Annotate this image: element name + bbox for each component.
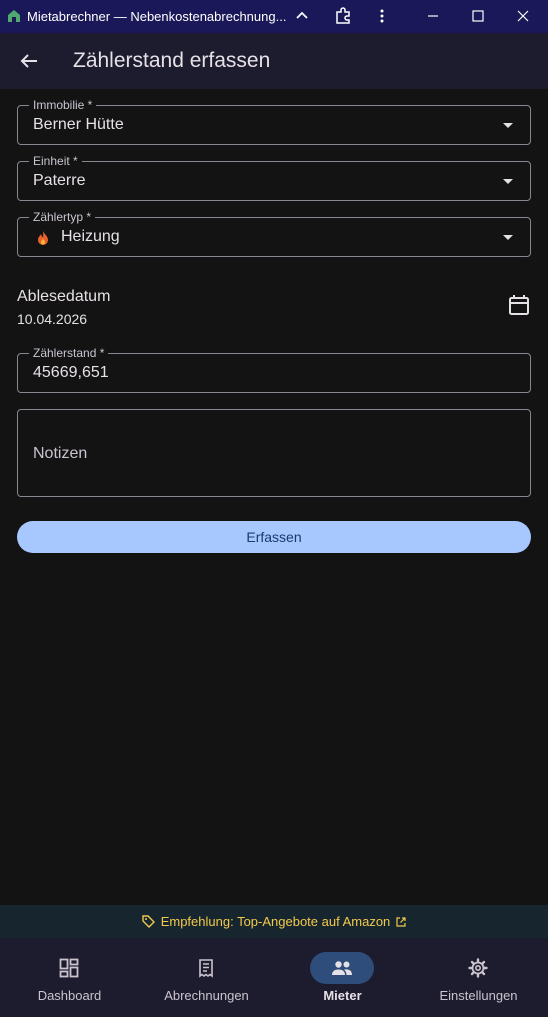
flame-icon [38,231,48,245]
calendar-icon [509,295,529,315]
date-picker-button[interactable] [505,291,533,319]
nav-label-dashboard: Dashboard [37,988,102,1003]
promo-text: Empfehlung: Top-Angebote auf Amazon [160,914,391,929]
property-value: Berner Hütte [33,116,124,133]
dropdown-arrow-icon [503,179,513,184]
nav-label-mieter: Mieter [323,988,362,1003]
minimize-button[interactable] [420,4,446,28]
meter-reading-value: 45669,651 [33,364,109,381]
app-bar: Zählerstand erfassen [0,33,548,89]
puzzle-icon [336,7,350,24]
bottom-navigation: Dashboard Abrechnungen Mieter Einstellun… [0,938,548,1017]
reading-date-value: 10.04.2026 [17,311,88,327]
window-title: Mietabrechner — Nebenkostenabrechnung... [27,9,287,24]
unit-value: Paterre [33,172,86,189]
meter-type-select[interactable]: Zählertyp * Heizung [17,210,531,257]
nav-item-dashboard[interactable]: Dashboard [1,938,138,1017]
window-titlebar: Mietabrechner — Nebenkostenabrechnung... [0,0,548,33]
people-icon [332,961,352,975]
arrow-back-icon [20,54,37,68]
submit-button[interactable]: Erfassen [17,521,531,553]
minimize-icon [428,15,438,17]
reading-date-label: Ablesedatum [17,288,111,305]
property-label: Immobilie * [29,98,97,112]
meter-reading-input[interactable]: Zählerstand * 45669,651 [17,346,531,393]
nav-item-mieter[interactable]: Mieter [274,938,411,1017]
nav-item-einstellungen[interactable]: Einstellungen [410,938,547,1017]
unit-select[interactable]: Einheit * Paterre [17,154,531,201]
property-select[interactable]: Immobilie * Berner Hütte [17,98,531,145]
chevron-up-icon [296,11,308,19]
external-link-icon [396,916,406,927]
extensions-button[interactable] [330,4,356,28]
meter-type-value: Heizung [61,228,120,245]
app-icon [8,10,20,22]
nav-label-einstellungen: Einstellungen [439,988,518,1003]
close-button[interactable] [510,4,536,28]
notes-input[interactable]: Notizen [17,409,531,497]
maximize-icon [472,10,484,22]
dropdown-arrow-icon [503,123,513,128]
dropdown-arrow-icon [503,235,513,240]
meter-reading-label: Zählerstand * [29,346,109,360]
nav-item-abrechnungen[interactable]: Abrechnungen [138,938,275,1017]
tag-icon [142,915,155,928]
receipt-icon [199,959,213,978]
more-vert-icon [380,9,384,23]
unit-label: Einheit * [29,154,82,168]
collapse-button[interactable] [289,4,315,28]
page-title: Zählerstand erfassen [73,49,271,72]
gear-icon [468,958,488,978]
promo-banner[interactable]: Empfehlung: Top-Angebote auf Amazon [0,905,548,938]
more-options-button[interactable] [369,4,395,28]
back-button[interactable] [13,45,45,77]
meter-type-label: Zählertyp * [29,210,96,224]
maximize-button[interactable] [465,4,491,28]
notes-placeholder: Notizen [33,445,88,462]
nav-label-abrechnungen: Abrechnungen [164,988,249,1003]
close-icon [517,10,529,22]
dashboard-icon [59,958,79,978]
